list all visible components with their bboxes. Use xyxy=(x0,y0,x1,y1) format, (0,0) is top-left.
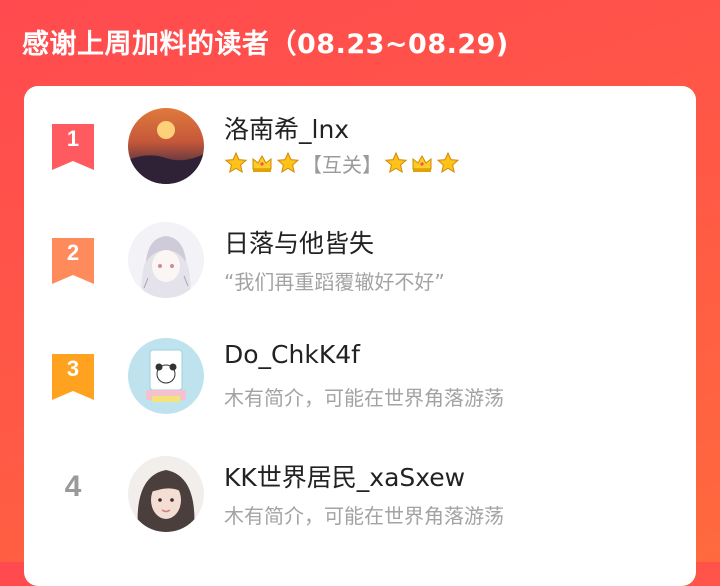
avatar[interactable] xyxy=(128,222,204,298)
rank-badge-icon: 3 xyxy=(52,354,94,400)
reader-bio: 【互关】 xyxy=(224,148,460,178)
reader-list-card: 1 洛南希_lnx 【互关】 2 日落与他皆失 “我们再重蹈覆辙好不好” 3 D… xyxy=(24,86,696,586)
rank-number: 3 xyxy=(66,356,80,381)
crown-icon xyxy=(252,154,272,172)
rank-number: 1 xyxy=(66,126,80,151)
star-icon xyxy=(384,151,408,174)
reader-name[interactable]: 洛南希_lnx xyxy=(224,110,349,146)
avatar[interactable] xyxy=(128,456,204,532)
reader-name[interactable]: 日落与他皆失 xyxy=(224,224,374,260)
rank-number: 4 xyxy=(64,470,82,503)
reader-bio: 木有简介，可能在世界角落游荡 xyxy=(224,504,504,528)
rank-number: 2 xyxy=(66,240,80,265)
reader-bio: 木有简介，可能在世界角落游荡 xyxy=(224,386,504,410)
rank-badge-icon: 1 xyxy=(52,124,94,170)
star-icon xyxy=(276,151,300,174)
reader-name[interactable]: KK世界居民_xaSxew xyxy=(224,458,465,494)
bio-text: 【互关】 xyxy=(302,152,382,177)
star-icon xyxy=(224,151,248,174)
reader-bio: “我们再重蹈覆辙好不好” xyxy=(224,270,445,294)
star-icon xyxy=(436,151,460,174)
avatar[interactable] xyxy=(128,108,204,184)
rank-badge-icon: 2 xyxy=(52,238,94,284)
reader-name[interactable]: Do_ChkK4f xyxy=(224,340,360,369)
page-title: 感谢上周加料的读者（08.23~08.29) xyxy=(22,29,509,60)
crown-icon xyxy=(412,154,432,172)
list-item[interactable]: 2 日落与他皆失 “我们再重蹈覆辙好不好” xyxy=(24,200,696,310)
list-item[interactable]: 4 KK世界居民_xaSxew 木有简介，可能在世界角落游荡 xyxy=(24,434,696,544)
list-item[interactable]: 1 洛南希_lnx 【互关】 xyxy=(24,86,696,196)
avatar[interactable] xyxy=(128,338,204,414)
list-item[interactable]: 3 Do_ChkK4f 木有简介，可能在世界角落游荡 xyxy=(24,316,696,426)
